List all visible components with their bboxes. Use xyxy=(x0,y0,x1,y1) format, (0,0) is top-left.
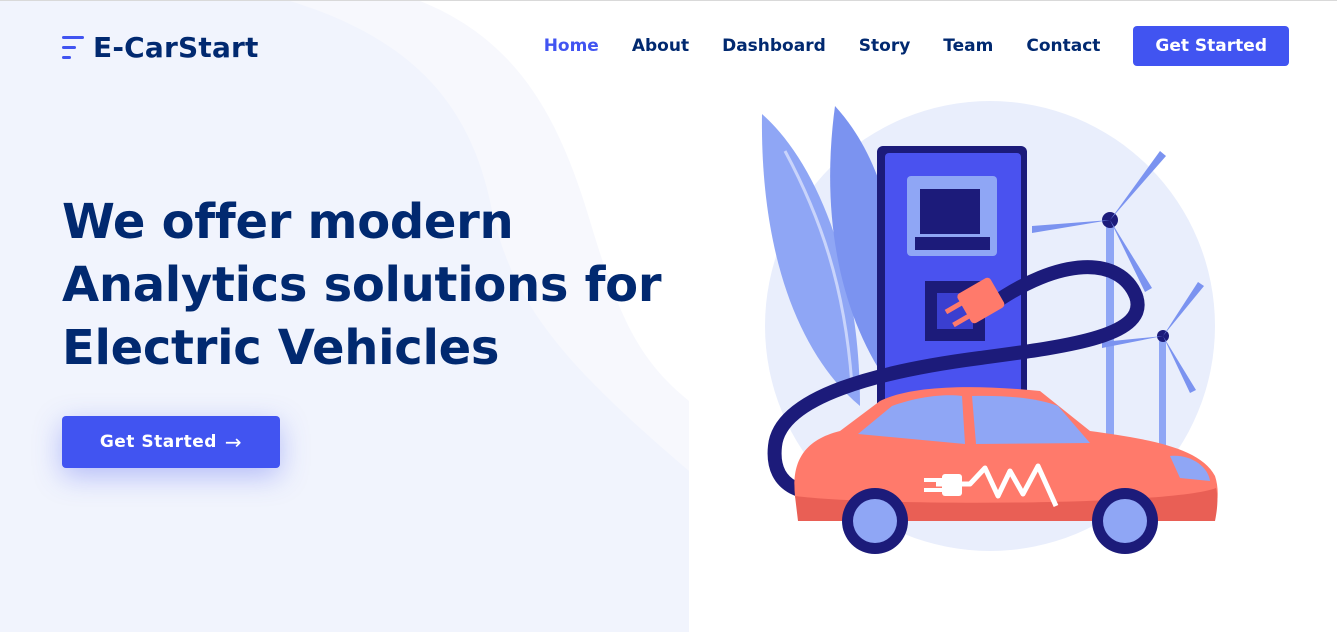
nav-home[interactable]: Home xyxy=(544,36,599,56)
nav-contact[interactable]: Contact xyxy=(1026,36,1100,56)
ev-charging-illustration xyxy=(761,101,1218,554)
get-started-hero-button[interactable]: Get Started → xyxy=(62,416,280,468)
nav-about[interactable]: About xyxy=(632,36,689,56)
nav-story[interactable]: Story xyxy=(859,36,911,56)
hero-title-line-2: Analytics solutions for xyxy=(62,257,662,313)
nav-team[interactable]: Team xyxy=(943,36,993,56)
brand-name: E-CarStart xyxy=(93,31,259,64)
get-started-nav-button[interactable]: Get Started xyxy=(1133,26,1289,66)
hero-button-label: Get Started xyxy=(99,432,217,452)
brand-logo[interactable]: E-CarStart xyxy=(62,31,259,64)
arrow-right-icon: → xyxy=(224,430,243,454)
hero-title: We offer modern Analytics solutions for … xyxy=(62,191,682,380)
hero-title-line-1: We offer modern xyxy=(62,194,514,250)
main-nav: Home About Dashboard Story Team Contact … xyxy=(511,26,1289,66)
hero-title-line-3: Electric Vehicles xyxy=(62,320,500,376)
logo-icon xyxy=(62,33,86,63)
nav-dashboard[interactable]: Dashboard xyxy=(722,36,826,56)
